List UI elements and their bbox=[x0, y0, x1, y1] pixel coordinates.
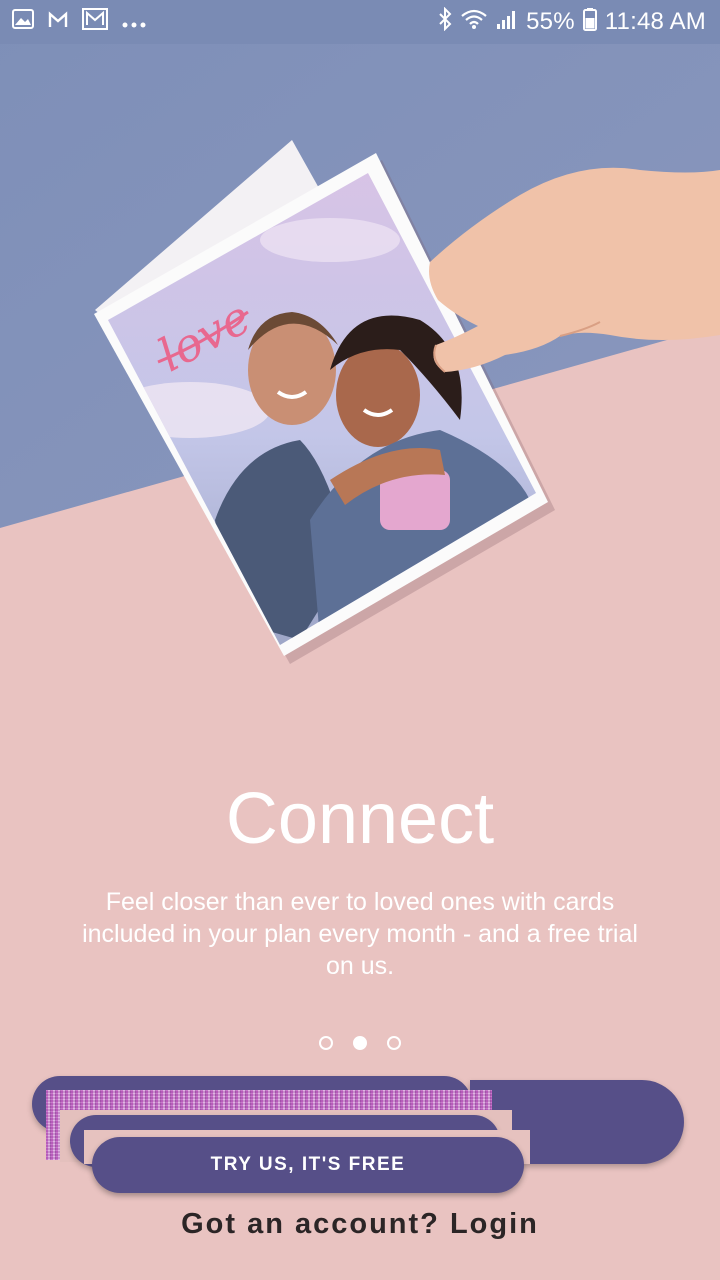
status-bar: 55% 11:48 AM bbox=[0, 0, 720, 44]
hero-image: love bbox=[0, 44, 720, 744]
wifi-icon bbox=[460, 8, 488, 36]
battery-percentage: 55% bbox=[526, 8, 575, 35]
page-indicator bbox=[0, 1036, 720, 1050]
more-dots-icon bbox=[122, 9, 146, 35]
bluetooth-icon bbox=[438, 6, 452, 37]
mail-icon bbox=[82, 8, 108, 36]
try-free-button[interactable]: TRY US, IT'S FREE bbox=[92, 1137, 524, 1193]
signal-icon bbox=[496, 8, 518, 36]
login-link[interactable]: Got an account? Login bbox=[0, 1208, 720, 1241]
gmail-icon bbox=[48, 10, 68, 34]
image-icon bbox=[12, 9, 34, 35]
page-indicator-dot[interactable] bbox=[387, 1036, 401, 1050]
page-title: Connect bbox=[225, 779, 495, 859]
battery-icon bbox=[582, 7, 597, 37]
page-description: Feel closer than ever to loved ones with… bbox=[82, 888, 638, 980]
page-indicator-dot[interactable] bbox=[319, 1036, 333, 1050]
page-indicator-dot-active[interactable] bbox=[353, 1036, 367, 1050]
clock: 11:48 AM bbox=[604, 8, 706, 35]
